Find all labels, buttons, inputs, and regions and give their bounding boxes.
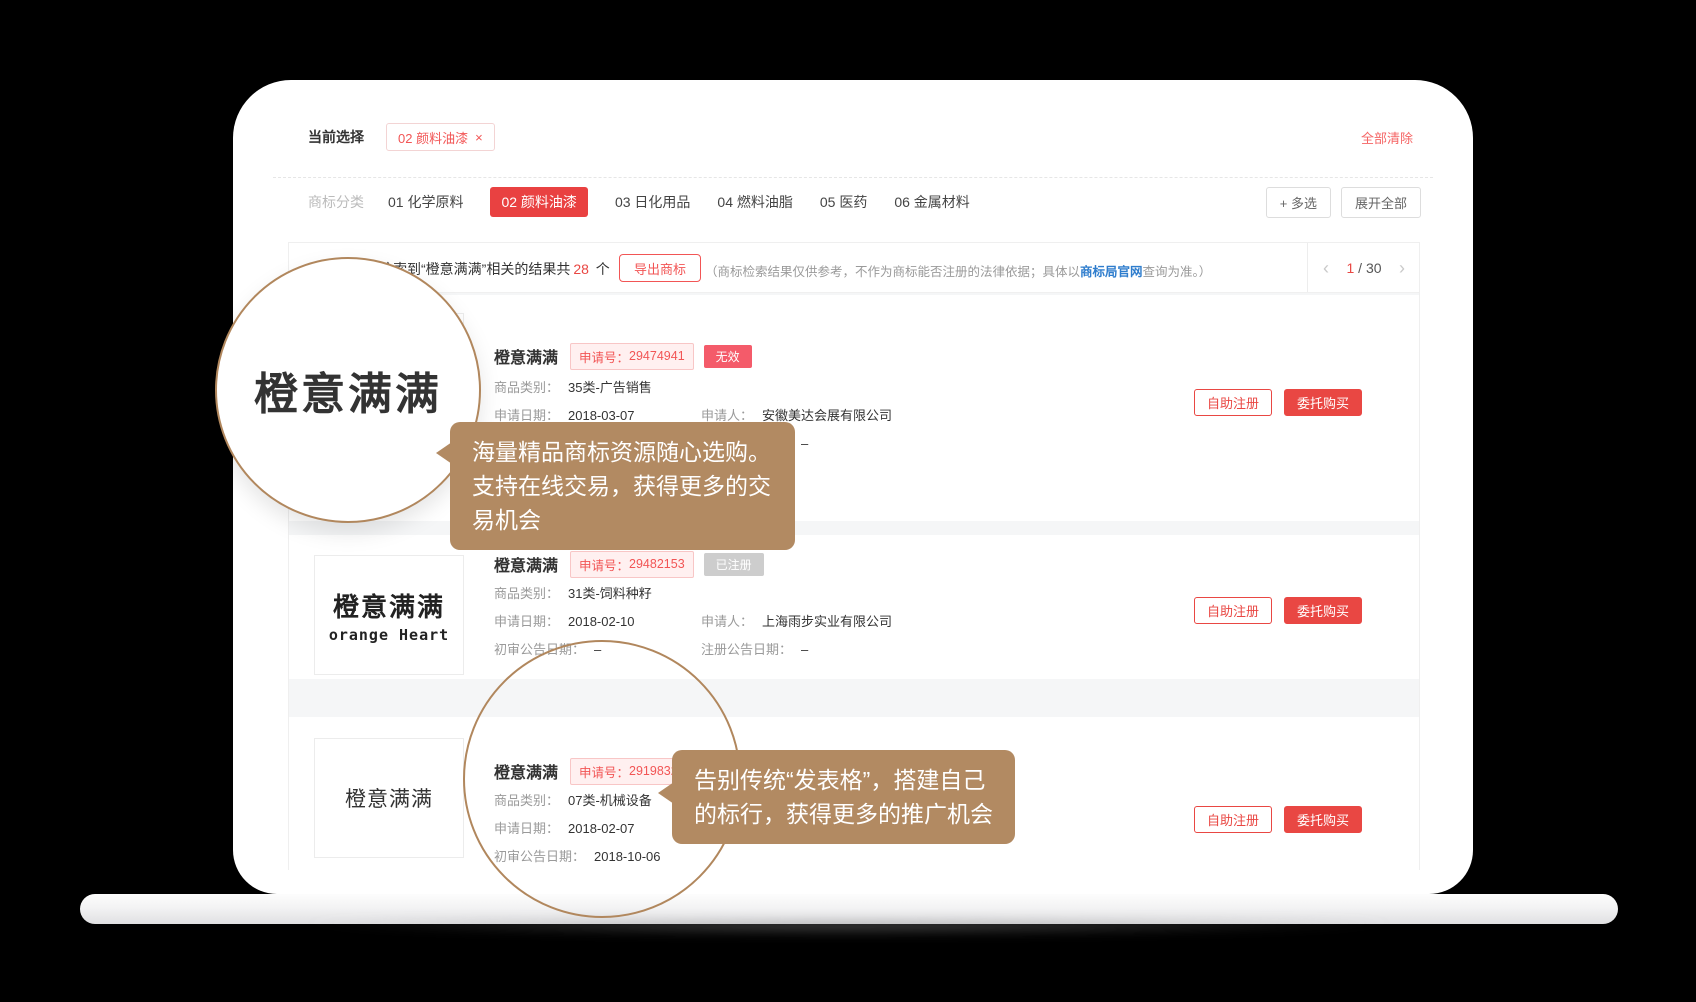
category-item-04[interactable]: 04 燃料油脂 (717, 192, 792, 212)
next-page-icon[interactable]: › (1399, 259, 1405, 277)
application-no-badge: 申请号：29474941 (570, 343, 694, 370)
selected-filter-tag[interactable]: 02 颜料油漆 × (386, 123, 495, 151)
callout-build-storefront: 告别传统“发表格”，搭建自己的标行，获得更多的推广机会 (672, 750, 1015, 844)
result-2-title-line: 橙意满满 申请号：29482153 已注册 (494, 553, 764, 575)
dashed-divider (273, 177, 1433, 178)
self-register-button[interactable]: 自助注册 (1194, 806, 1272, 833)
category-bar-label: 商标分类 (308, 192, 364, 212)
result-1-title-line: 橙意满满 申请号：29474941 无效 (494, 345, 752, 367)
trademark-image-text-en: orange Heart (329, 626, 449, 644)
applicant-label: 申请人： (701, 408, 753, 423)
category-item-03[interactable]: 03 日化用品 (615, 192, 690, 212)
application-no-value: 29474941 (629, 349, 685, 363)
selected-filter-tag-label: 02 颜料油漆 (398, 128, 468, 147)
export-trademarks-button[interactable]: 导出商标 (619, 254, 701, 282)
self-register-button[interactable]: 自助注册 (1194, 597, 1272, 624)
results-summary-suffix: 个 (592, 261, 610, 277)
disclaimer-prefix: （商标检索结果仅供参考，不作为商标能否注册的法律依据；具体以 (705, 265, 1080, 279)
category-label: 商品类别： (494, 380, 559, 395)
application-no-value: 29482153 (629, 557, 685, 571)
current-selection-bar: 当前选择 02 颜料油漆 × 全部清除 (308, 120, 1413, 154)
trademark-name[interactable]: 橙意满满 (494, 344, 558, 368)
results-header: 当前分类下检索到“橙意满满”相关的结果共28 个 导出商标 （商标检索结果仅供参… (289, 243, 1419, 293)
pagination: ‹ 1 / 30 › (1307, 243, 1420, 292)
application-no-label: 申请号： (579, 347, 629, 366)
result-row-2: 橙意满满 orange Heart 橙意满满 申请号：29482153 已注册 … (289, 535, 1419, 679)
trademark-image-text-cn: 橙意满满 (333, 587, 445, 624)
application-no-label: 申请号： (579, 555, 629, 574)
disclaimer-text: （商标检索结果仅供参考，不作为商标能否注册的法律依据；具体以商标局官网查询为准。… (705, 261, 1211, 280)
category-actions: + 多选 展开全部 (1266, 187, 1421, 218)
trademark-office-link[interactable]: 商标局官网 (1080, 265, 1143, 279)
multi-select-button[interactable]: + 多选 (1266, 187, 1331, 218)
category-list: 01 化学原料 02 颜料油漆 03 日化用品 04 燃料油脂 05 医药 06… (388, 187, 970, 217)
category-item-01[interactable]: 01 化学原料 (388, 192, 463, 212)
applicant-label: 申请人： (701, 614, 753, 629)
field-category: 商品类别： 31类-饲料种籽 (494, 583, 1194, 605)
trademark-image-text-cn: 橙意满满 (345, 783, 433, 813)
field-applicant: 申请人： 上海雨步实业有限公司 (701, 611, 892, 633)
status-badge-registered: 已注册 (704, 553, 764, 576)
apply-date-value: 2018-02-10 (568, 614, 635, 629)
applicant-value: 安徽美达会展有限公司 (762, 408, 892, 423)
field-dates: 申请日期： 2018-02-10 申请人： 上海雨步实业有限公司 (494, 611, 1194, 633)
category-value: 35类-广告销售 (568, 380, 652, 395)
status-badge-invalid: 无效 (704, 345, 752, 368)
self-register-button[interactable]: 自助注册 (1194, 389, 1272, 416)
trademark-image-3[interactable]: 橙意满满 (314, 738, 464, 858)
total-pages: 30 (1366, 260, 1382, 276)
entrust-buy-button[interactable]: 委托购买 (1284, 389, 1362, 416)
category-bar: 商标分类 01 化学原料 02 颜料油漆 03 日化用品 04 燃料油脂 05 … (308, 186, 1421, 218)
page-indicator: 1 / 30 (1346, 260, 1381, 276)
category-item-05[interactable]: 05 医药 (820, 192, 867, 212)
reg-notice-value: – (801, 642, 808, 657)
remove-filter-icon[interactable]: × (475, 130, 483, 145)
trademark-image-2[interactable]: 橙意满满 orange Heart (314, 555, 464, 675)
expand-all-button[interactable]: 展开全部 (1341, 187, 1421, 218)
laptop-base (80, 894, 1618, 924)
disclaimer-suffix: 查询为准。） (1143, 265, 1212, 279)
applicant-value: 上海雨步实业有限公司 (762, 614, 892, 629)
results-count: 28 (573, 261, 589, 277)
prev-page-icon[interactable]: ‹ (1323, 259, 1329, 277)
trademark-name[interactable]: 橙意满满 (494, 552, 558, 576)
category-item-02-active[interactable]: 02 颜料油漆 (490, 187, 587, 217)
entrust-buy-button[interactable]: 委托购买 (1284, 597, 1362, 624)
callout-buy-resources: 海量精品商标资源随心选购。支持在线交易，获得更多的交易机会 (450, 422, 795, 550)
page-separator: / (1354, 260, 1366, 276)
marketing-canvas: 当前选择 02 颜料油漆 × 全部清除 商标分类 01 化学原料 02 颜料油漆… (0, 0, 1696, 1002)
field-category: 商品类别： 35类-广告销售 (494, 377, 1194, 399)
apply-date-label: 申请日期： (494, 408, 559, 423)
category-value: 31类-饲料种籽 (568, 586, 652, 601)
category-item-06[interactable]: 06 金属材料 (894, 192, 969, 212)
application-no-badge: 申请号：29482153 (570, 551, 694, 578)
magnified-trademark-text: 橙意满满 (254, 358, 442, 422)
entrust-buy-button[interactable]: 委托购买 (1284, 806, 1362, 833)
reg-notice-label: 注册公告日期： (701, 642, 792, 657)
category-label: 商品类别： (494, 586, 559, 601)
field-reg-notice: 注册公告日期：– (701, 639, 808, 661)
apply-date-value: 2018-03-07 (568, 408, 635, 423)
reg-notice-value: – (801, 436, 808, 451)
apply-date-label: 申请日期： (494, 614, 559, 629)
current-selection-label: 当前选择 (308, 127, 364, 147)
clear-all-button[interactable]: 全部清除 (1361, 128, 1413, 147)
magnifier-circle-trademark: 橙意满满 (215, 257, 481, 523)
